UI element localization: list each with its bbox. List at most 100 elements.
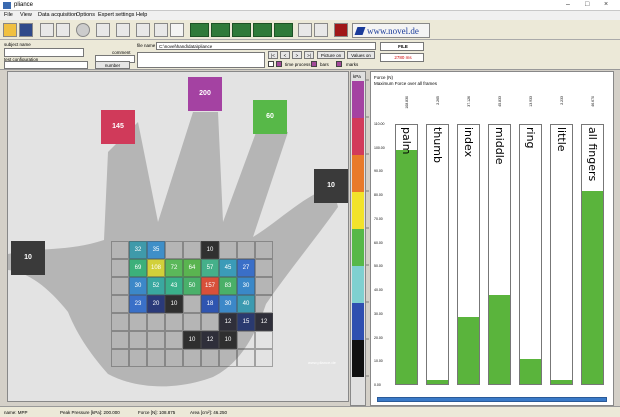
filename-input[interactable]: C:\novel\hand\data\pliance [156, 42, 376, 50]
grid-cell: 57 [201, 259, 219, 277]
bar-category-label: all fingers [586, 127, 599, 182]
grid-cell: 10 [165, 295, 183, 313]
grid-cell: 32 [129, 241, 147, 259]
title-bar: pliance – □ × [0, 0, 620, 11]
time-process-checkbox[interactable] [268, 61, 274, 67]
bar-peak-value: 2.233 [559, 96, 564, 105]
grid-cell [183, 295, 201, 313]
bar-peak-value: 2.265 [435, 96, 440, 105]
marks-swatch [336, 61, 342, 67]
grid-cell: 23 [129, 295, 147, 313]
grid-cell [111, 277, 129, 295]
grid-cell [129, 313, 147, 331]
grid-cell: 10 [183, 331, 201, 349]
bar-category-label: middle [493, 127, 506, 165]
y-tick-label: 110.00 [374, 122, 385, 126]
bar-category-label: little [555, 127, 568, 152]
horizontal-scrollbar[interactable] [377, 397, 607, 402]
print-preview-icon[interactable] [56, 23, 70, 37]
bar-peak-value: 108.830 [404, 96, 409, 109]
bar-fill [489, 294, 510, 384]
pause-icon[interactable] [96, 23, 110, 37]
grid-cell [201, 349, 219, 367]
settings-icon[interactable] [298, 23, 312, 37]
bar-fill [427, 380, 448, 384]
menu-view[interactable]: View [20, 12, 32, 18]
minimize-icon[interactable]: – [566, 1, 570, 8]
hand-view-icon-4[interactable] [253, 23, 272, 37]
grid-cell [147, 349, 165, 367]
y-tick-label: 40.00 [374, 288, 383, 293]
grid-cell [183, 241, 201, 259]
menu-options[interactable]: Options [76, 12, 95, 18]
time-process-label: time process [285, 62, 311, 67]
grid-icon[interactable] [154, 23, 168, 37]
time-process-swatch [276, 61, 282, 67]
control-panel: subject name test configuration comment … [0, 40, 620, 70]
grid-cell [255, 241, 273, 259]
maximize-icon[interactable]: □ [585, 1, 589, 8]
grid-cell: 157 [201, 277, 219, 295]
grid-cell: 108 [147, 259, 165, 277]
grid-cell: 69 [129, 259, 147, 277]
grid-cell [255, 349, 273, 367]
bar-peak-value: 46.670 [590, 96, 595, 107]
prev-button[interactable]: < [280, 51, 290, 59]
hand-view-icon-1[interactable] [190, 23, 209, 37]
grid-cell [255, 331, 273, 349]
bar-fill [551, 380, 572, 384]
y-tick-label: 30.00 [374, 311, 383, 316]
novel-logo: www.novel.de [352, 23, 430, 38]
status-area: Area [cm²]: 46.250 [190, 410, 228, 415]
marks-label: marks [346, 62, 359, 67]
grid-cell: 12 [219, 313, 237, 331]
number-button[interactable]: number [95, 61, 130, 69]
next-button[interactable]: > [292, 51, 302, 59]
menu-help[interactable]: Help [136, 12, 147, 18]
hand-wave-icon[interactable] [314, 23, 328, 37]
grid-cell [111, 349, 129, 367]
bar-index: index [457, 124, 480, 385]
close-icon[interactable]: × [604, 1, 608, 8]
watermark: www.pliance.de [308, 360, 336, 365]
grid-cell: 45 [219, 259, 237, 277]
hand-view-icon-5[interactable] [274, 23, 293, 37]
hand-view-icon-3[interactable] [232, 23, 251, 37]
colorbar-segment [352, 118, 364, 155]
record-icon[interactable] [76, 23, 90, 37]
menu-data-acquisition[interactable]: Data acquisition [38, 12, 77, 18]
open-folder-icon[interactable] [3, 23, 17, 37]
print-icon[interactable] [40, 23, 54, 37]
bar-ring: ring [519, 124, 542, 385]
grid-cell [111, 295, 129, 313]
config-select[interactable] [4, 61, 88, 69]
book-icon[interactable] [334, 23, 348, 37]
last-button[interactable]: >| [304, 51, 314, 59]
sensor-setup-icon[interactable] [170, 23, 184, 37]
bar-middle: middle [488, 124, 511, 385]
comment-area[interactable] [137, 52, 265, 68]
hand-view-icon-2[interactable] [211, 23, 230, 37]
colorbar-segment [352, 229, 364, 266]
first-button[interactable]: |< [268, 51, 278, 59]
menu-file[interactable]: File [4, 12, 13, 18]
subject-input[interactable] [4, 48, 84, 57]
bar-category-label: ring [524, 127, 537, 149]
grid-cell: 83 [219, 277, 237, 295]
pressure-colorbar: kPa [350, 71, 366, 406]
sensor-index: 200 [188, 77, 222, 111]
grid-cell [201, 313, 219, 331]
copy-icon[interactable] [136, 23, 150, 37]
menu-expert-settings[interactable]: Expert settings [98, 12, 134, 18]
values-on-button[interactable]: Values on [347, 51, 375, 59]
save-icon[interactable] [19, 23, 33, 37]
grid-cell: 27 [237, 259, 255, 277]
bar-category-label: palm [400, 127, 413, 155]
bar-fill [582, 190, 603, 384]
picture-on-button[interactable]: Picture on [317, 51, 345, 59]
bell-icon[interactable] [116, 23, 130, 37]
toolbar: www.novel.de [0, 20, 620, 40]
grid-cell: 35 [147, 241, 165, 259]
grid-cell: 52 [147, 277, 165, 295]
grid-cell [183, 313, 201, 331]
